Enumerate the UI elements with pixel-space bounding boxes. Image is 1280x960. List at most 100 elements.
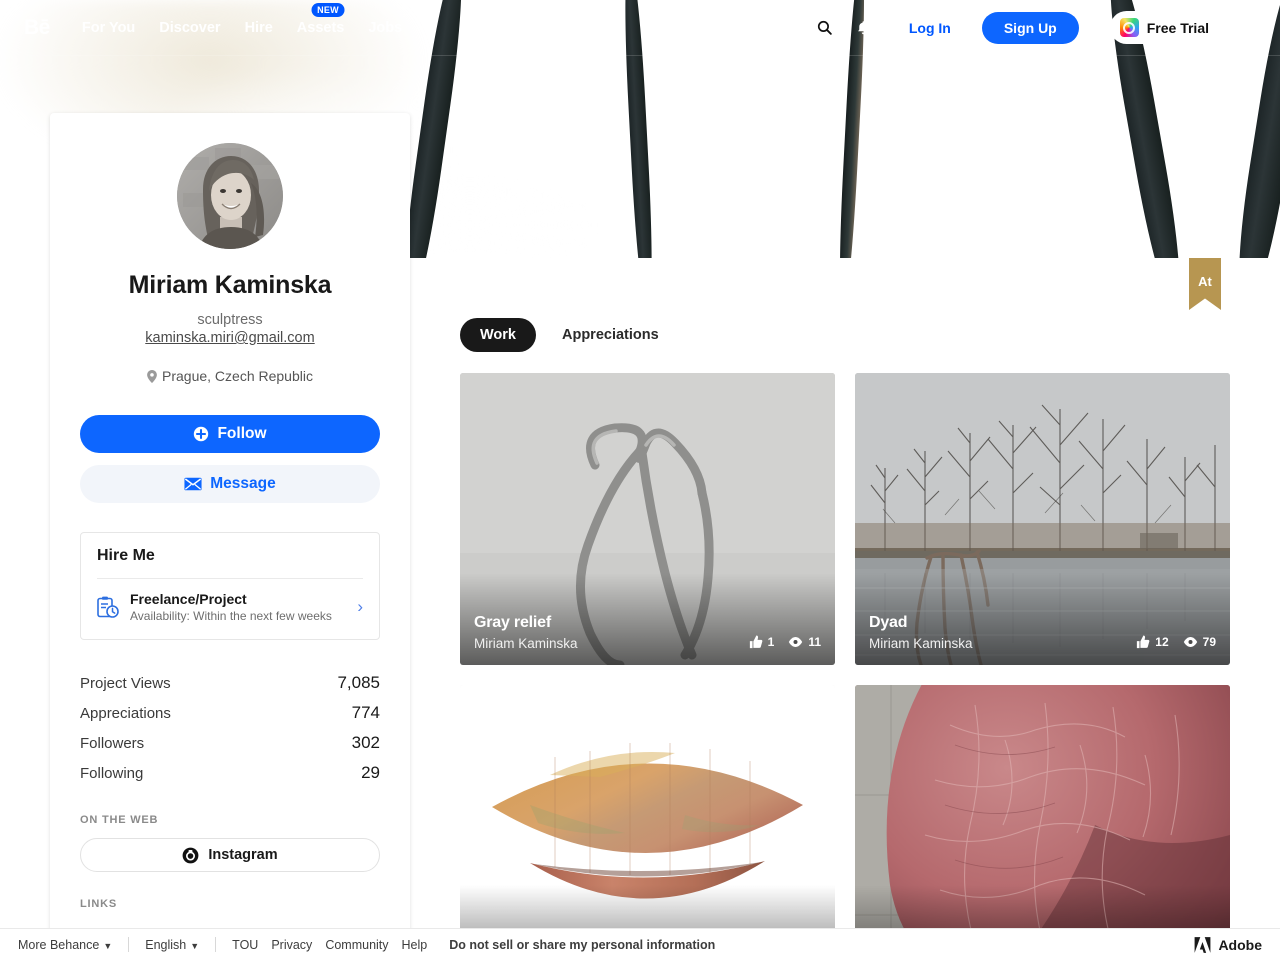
free-trial-button[interactable]: Free Trial [1109,11,1225,44]
nav-item-jobs[interactable]: Jobs [356,14,414,42]
signup-button[interactable]: Sign Up [981,11,1079,44]
nav-divider [1093,15,1095,40]
divider [97,578,363,579]
message-button[interactable]: Message [80,465,380,503]
chevron-right-icon: › [357,597,363,616]
project-views: 79 [1183,635,1216,649]
adobe-logo-button[interactable] [1238,15,1260,41]
new-badge: NEW [311,2,345,17]
behance-logo[interactable]: Bē [24,16,50,40]
stat-value: 29 [361,763,380,782]
instagram-icon [182,847,199,863]
footer-adobe-brand: Adobe [1193,936,1262,954]
nav-label: Assets [296,19,345,36]
footer-more-behance[interactable]: More Behance ▼ [18,938,112,952]
project-card-dyad[interactable]: Dyad Miriam Kaminska 12 79 [855,373,1230,665]
footer-do-not-sell-link[interactable]: Do not sell or share my personal informa… [449,938,715,952]
stat-value: 302 [351,733,380,752]
profile-location: Prague, Czech Republic [80,368,380,384]
footer-link-help[interactable]: Help [402,938,428,952]
nav-label: Discover [159,19,221,36]
caret-down-icon: ▼ [103,940,113,951]
nav-item-for-you[interactable]: For You [70,14,147,42]
map-pin-icon [147,369,157,383]
footer-link-tou[interactable]: TOU [232,938,258,952]
tab-appreciations[interactable]: Appreciations [542,318,679,352]
stat-row-following: Following 29 [80,758,380,788]
projects-grid: Gray relief Miriam Kaminska 1 11 Dyad Mi… [460,373,1250,960]
profile-occupation: sculptress [197,312,263,328]
profile-sidebar-card: Miriam Kaminska sculptress kaminska.miri… [50,113,410,960]
stat-row-project-views: Project Views 7,085 [80,668,380,698]
page-title: Miriam Kaminska [128,271,332,299]
views-count: 11 [808,635,821,649]
nav-item-assets[interactable]: NEW Assets [285,2,357,42]
tab-work[interactable]: Work [460,318,536,352]
thumbs-up-icon [1137,635,1150,649]
login-button[interactable]: Log In [886,11,973,44]
project-card-copper[interactable] [460,685,835,960]
links-heading: LINKS [80,898,117,910]
nav-item-hire[interactable]: Hire [233,14,285,42]
project-card-red-relief[interactable] [855,685,1230,960]
web-link-label: Instagram [208,847,278,863]
avatar-wrapper [80,143,380,249]
stat-label: Project Views [80,675,171,692]
hire-option-freelance-project[interactable]: Freelance/Project Availability: Within t… [97,591,363,623]
hire-me-card: Hire Me Freelance/Project Availability: … [80,532,380,640]
project-title: Dyad [869,614,908,631]
hire-option-subtitle: Availability: Within the next few weeks [130,609,332,623]
message-label: Message [210,475,276,492]
nav-label: Hire [244,19,273,36]
web-link-instagram[interactable]: Instagram [80,838,380,872]
footer-more-behance-label: More Behance [18,937,100,952]
hire-me-title: Hire Me [97,547,155,564]
nav-item-discover[interactable]: Discover [147,14,232,42]
main-content: At Work Appreciations Gray relief Miriam… [410,258,1280,960]
profile-email-link[interactable]: kaminska.miri@gmail.com [80,330,380,346]
hire-option-title: Freelance/Project [130,591,247,607]
project-likes: 1 [749,635,775,649]
footer-language-selector[interactable]: English ▼ [145,938,199,952]
footer-link-privacy[interactable]: Privacy [271,938,312,952]
footer-language-label: English [145,937,187,952]
stat-label: Followers [80,735,145,752]
bell-icon [858,20,870,34]
adobe-logo-icon [1195,936,1211,953]
status-badge-label: At [1198,274,1212,289]
profile-stats-list: Project Views 7,085 Appreciations 774 Fo… [80,668,380,788]
creative-cloud-icon [1119,18,1139,37]
caret-down-icon: ▼ [190,940,200,951]
likes-count: 12 [1155,635,1169,649]
project-card-gray-relief[interactable]: Gray relief Miriam Kaminska 1 11 [460,373,835,665]
follow-label: Follow [217,425,267,442]
eye-icon [1183,637,1197,647]
adobe-logo-icon [1239,15,1259,35]
notifications-button[interactable] [850,14,878,42]
avatar[interactable] [177,143,283,249]
nav-right-group: Log In Sign Up Free Trial [808,11,1266,44]
plus-circle-icon [194,426,209,442]
nav-label: For You [81,19,136,36]
free-trial-label: Free Trial [1146,19,1209,36]
search-button[interactable] [808,11,841,44]
stat-label: Following [80,765,144,782]
content-tabs: Work Appreciations [410,258,1280,352]
follow-button[interactable]: Follow [80,415,380,453]
project-likes: 12 [1136,635,1169,649]
footer-bar: More Behance ▼ English ▼ TOU Privacy Commu… [0,928,1280,960]
avatar-portrait-image [177,143,283,249]
stat-row-followers: Followers 302 [80,728,380,758]
project-card-stats: 12 79 [1136,635,1216,649]
thumbs-up-icon [749,635,762,649]
stat-value: 7,085 [337,673,380,692]
project-card-stats: 1 11 [749,635,821,649]
footer-links: TOU Privacy Community Help [232,938,427,952]
eye-icon [789,637,803,647]
nav-label: Jobs [368,19,403,36]
top-navigation-bar: Bē For You Discover Hire NEW Assets Jobs [0,0,1280,56]
project-views: 11 [788,635,821,649]
footer-divider [215,937,217,952]
likes-count: 1 [767,635,775,649]
footer-link-community[interactable]: Community [325,938,388,952]
